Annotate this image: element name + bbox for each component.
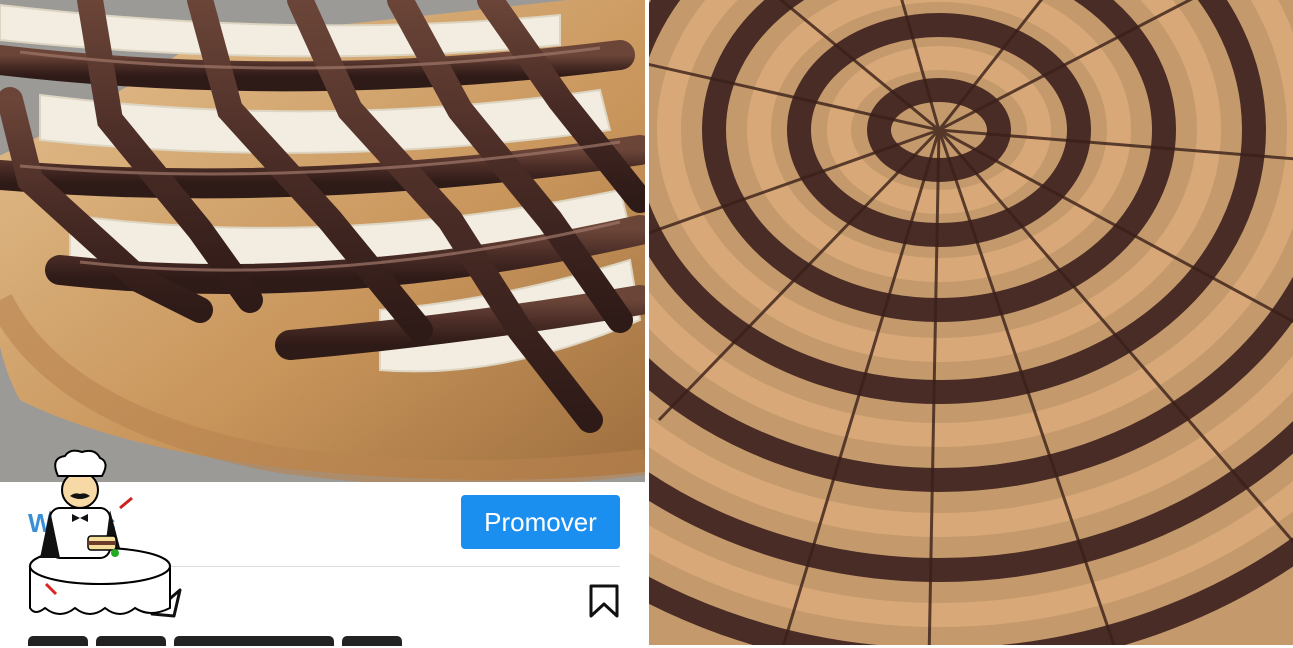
- bookmark-icon[interactable]: [588, 584, 620, 618]
- caption-text-cutoff: [28, 636, 448, 648]
- chef-restaurant-icon: [29, 449, 171, 615]
- pizza-illustration: [0, 0, 645, 482]
- chocolate-lattice-pizza-photo: [0, 0, 645, 482]
- spiderweb-dessert-photo: [649, 0, 1293, 645]
- promote-button[interactable]: Promover: [461, 495, 620, 549]
- spiderweb-illustration: [649, 0, 1293, 645]
